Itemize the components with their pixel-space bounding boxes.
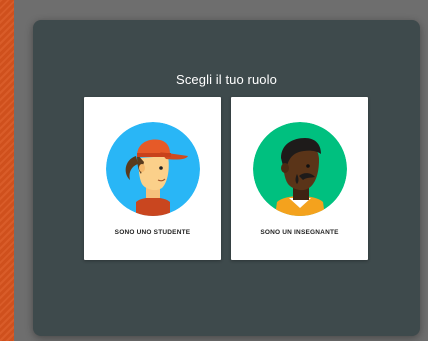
dialog-title: Scegli il tuo ruolo — [176, 72, 277, 87]
student-avatar-icon — [106, 122, 200, 216]
role-selection-dialog: Scegli il tuo ruolo SONO UNO STUDENTE SO… — [33, 20, 420, 336]
teacher-avatar-icon — [253, 122, 347, 216]
student-role-label: SONO UNO STUDENTE — [114, 229, 191, 236]
teacher-role-label: SONO UN INSEGNANTE — [260, 229, 339, 236]
student-role-card[interactable]: SONO UNO STUDENTE — [84, 97, 221, 260]
teacher-role-card[interactable]: SONO UN INSEGNANTE — [231, 97, 368, 260]
